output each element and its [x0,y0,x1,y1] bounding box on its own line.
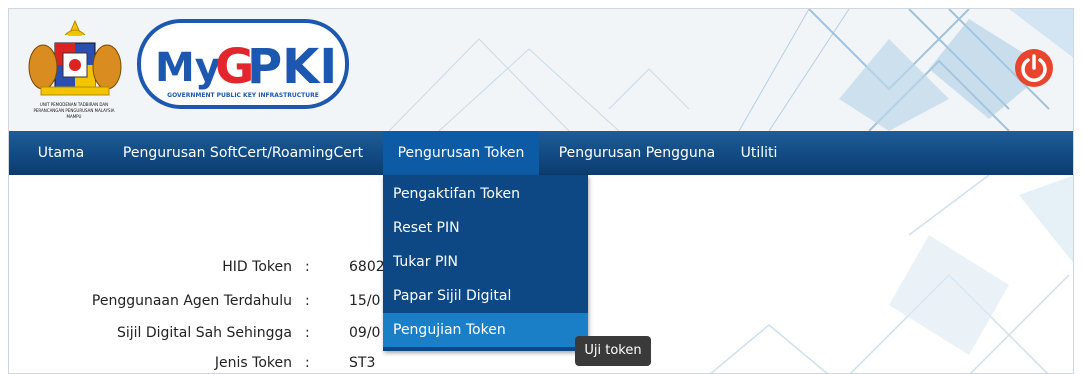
crest-text: UNIT PEMODENAN TADBIRAN DAN [40,102,108,107]
svg-text:GOVERNMENT PUBLIC KEY INFRASTR: GOVERNMENT PUBLIC KEY INFRASTRUCTURE [167,92,319,99]
cert-valid-until-value: 09/0 [349,325,381,341]
previous-agent-value: 15/0 [349,293,381,309]
power-icon [1021,54,1047,82]
token-management-dropdown: Pengaktifan Token Reset PIN Tukar PIN Pa… [383,175,588,351]
cert-valid-until-separator: : [305,325,310,341]
menu-item-papar-sijil-digital[interactable]: Papar Sijil Digital [383,279,588,313]
nav-item-utama[interactable]: Utama [27,131,95,175]
previous-agent-label: Penggunaan Agen Terdahulu [91,293,292,309]
logout-button[interactable] [1015,49,1053,87]
menu-item-tukar-pin[interactable]: Tukar PIN [383,245,588,279]
menu-item-pengujian-token[interactable]: Pengujian Token [383,313,588,347]
nav-item-pengurusan-token[interactable]: Pengurusan Token [383,131,539,175]
hid-token-label: HID Token [222,259,292,275]
mygpki-logo: My G PKI GOVERNMENT PUBLIC KEY INFRASTRU… [137,17,349,113]
token-type-separator: : [305,355,310,371]
app-window: UNIT PEMODENAN TADBIRAN DAN PERANCANGAN … [8,8,1074,374]
government-crest-logo: UNIT PEMODENAN TADBIRAN DAN PERANCANGAN … [19,13,129,127]
nav-item-utiliti[interactable]: Utiliti [731,131,787,175]
token-type-value: ST3 [349,355,376,371]
hid-token-separator: : [305,259,310,275]
header-banner: UNIT PEMODENAN TADBIRAN DAN PERANCANGAN … [9,9,1073,131]
nav-item-pengurusan-softcert[interactable]: Pengurusan SoftCert/RoamingCert [115,131,371,175]
svg-text:PKI: PKI [247,39,337,95]
nav-item-pengurusan-pengguna[interactable]: Pengurusan Pengguna [549,131,725,175]
svg-text:MAMPU: MAMPU [67,114,82,119]
cert-valid-until-label: Sijil Digital Sah Sehingga [116,325,292,341]
svg-text:My: My [155,45,221,91]
svg-text:PERANCANGAN PENGURUSAN MALAYSI: PERANCANGAN PENGURUSAN MALAYSIA [33,108,114,113]
previous-agent-separator: : [305,293,310,309]
hid-token-value: 6802 [349,259,385,275]
menu-item-reset-pin[interactable]: Reset PIN [383,211,588,245]
main-navbar: Utama Pengurusan SoftCert/RoamingCert Pe… [9,131,1073,175]
token-type-label: Jenis Token [214,355,292,371]
menu-item-pengaktifan-token[interactable]: Pengaktifan Token [383,177,588,211]
tooltip: Uji token [575,336,651,366]
